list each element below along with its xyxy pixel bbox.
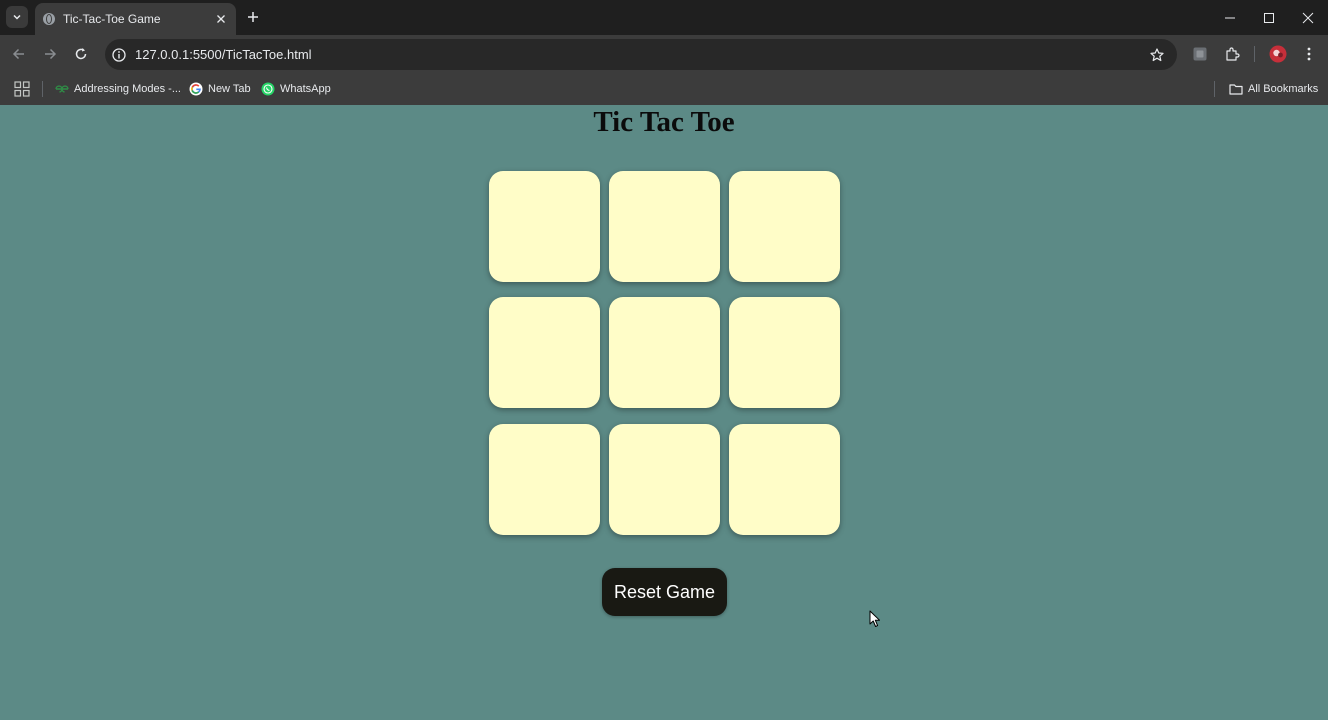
reset-game-button[interactable]: Reset Game (602, 568, 727, 616)
board-cell[interactable] (609, 171, 720, 282)
toolbar-divider (1254, 46, 1255, 62)
close-window-button[interactable] (1288, 0, 1328, 35)
board-cell[interactable] (489, 297, 600, 408)
puzzle-icon (1226, 47, 1240, 61)
extension-button[interactable] (1190, 44, 1210, 64)
globe-icon (43, 13, 55, 25)
bookmarks-bar: Addressing Modes -... New Tab WhatsApp A… (0, 73, 1328, 105)
bookmark-addressing-modes[interactable]: Addressing Modes -... (55, 79, 181, 99)
page-title: Tic Tac Toe (593, 106, 735, 138)
bookmark-label: WhatsApp (280, 83, 331, 95)
extensions-menu-button[interactable] (1222, 44, 1242, 64)
all-bookmarks-label: All Bookmarks (1248, 83, 1319, 95)
maximize-icon (1264, 12, 1274, 23)
back-button[interactable] (9, 44, 29, 64)
board-cell[interactable] (729, 424, 840, 535)
minimize-button[interactable] (1210, 0, 1250, 35)
arrow-left-icon (12, 48, 24, 60)
whatsapp-icon (261, 82, 275, 96)
bookmark-new-tab[interactable]: New Tab (189, 79, 251, 99)
board-cell[interactable] (609, 297, 720, 408)
bookmarks-divider (1214, 81, 1215, 97)
active-tab[interactable]: Tic-Tac-Toe Game (35, 3, 236, 35)
board-cell[interactable] (489, 424, 600, 535)
star-icon (1150, 47, 1164, 61)
board-cell[interactable] (489, 171, 600, 282)
new-tab-button[interactable] (243, 7, 263, 27)
bookmark-whatsapp[interactable]: WhatsApp (261, 79, 331, 99)
board-cell[interactable] (609, 424, 720, 535)
arrow-right-icon (45, 48, 57, 60)
bookmark-label: New Tab (208, 83, 251, 95)
geeksforgeeks-icon (55, 82, 69, 96)
more-vertical-icon (1307, 47, 1311, 61)
all-bookmarks-button[interactable]: All Bookmarks (1229, 79, 1318, 99)
reload-icon (75, 48, 87, 60)
board-cell[interactable] (729, 171, 840, 282)
browser-menu-button[interactable] (1299, 44, 1319, 64)
game-board (489, 171, 840, 535)
url-text: 127.0.0.1:5500/TicTacToe.html (135, 47, 312, 62)
plus-icon (248, 12, 258, 22)
bookmark-star-button[interactable] (1147, 45, 1167, 65)
google-icon (189, 82, 203, 96)
browser-toolbar: 127.0.0.1:5500/TicTacToe.html (0, 35, 1328, 73)
profile-button[interactable] (1268, 44, 1288, 64)
tab-search-button[interactable] (6, 6, 28, 28)
bookmarks-divider (42, 81, 43, 97)
close-icon (1302, 12, 1314, 23)
tab-strip: Tic-Tac-Toe Game (0, 0, 1328, 35)
folder-icon (1229, 82, 1243, 96)
minimize-icon (1225, 17, 1235, 18)
close-icon (217, 15, 225, 23)
tab-close-button[interactable] (212, 10, 230, 28)
avatar (1269, 45, 1287, 63)
game-page: Tic Tac Toe Reset Game (0, 105, 1328, 720)
chevron-down-icon (13, 14, 21, 20)
maximize-button[interactable] (1249, 0, 1289, 35)
forward-button[interactable] (40, 44, 60, 64)
mouse-cursor-icon (869, 610, 880, 627)
address-bar[interactable]: 127.0.0.1:5500/TicTacToe.html (105, 39, 1177, 70)
bookmark-label: Addressing Modes -... (74, 83, 181, 95)
extension-box-icon (1193, 47, 1207, 61)
board-cell[interactable] (729, 297, 840, 408)
site-info-icon[interactable] (111, 47, 127, 63)
apps-grid-icon[interactable] (14, 81, 30, 97)
tab-title: Tic-Tac-Toe Game (63, 12, 161, 26)
reload-button[interactable] (71, 44, 91, 64)
